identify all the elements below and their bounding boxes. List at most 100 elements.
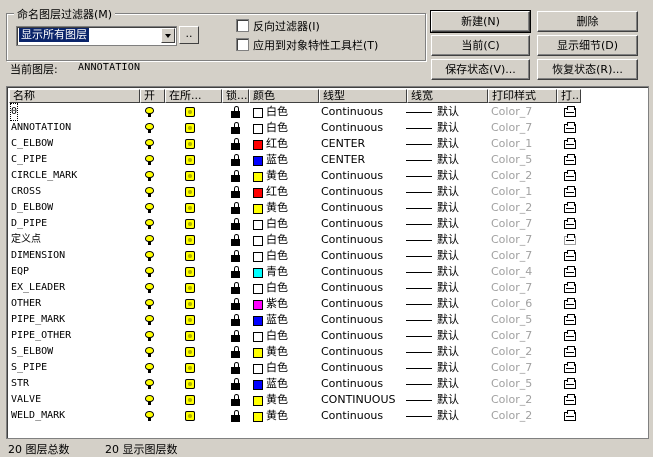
layer-name[interactable]: C_ELBOW: [11, 136, 53, 152]
layer-lineweight[interactable]: 默认: [437, 152, 459, 168]
lightbulb-icon[interactable]: [145, 251, 154, 261]
layer-color-name[interactable]: 白色: [266, 232, 288, 248]
table-row[interactable]: ANNOTATION 白色 Continuous 默认 Color_7: [9, 120, 589, 136]
unlocked-padlock-icon[interactable]: [231, 154, 240, 166]
unlocked-padlock-icon[interactable]: [231, 282, 240, 294]
layer-name[interactable]: 0: [9, 103, 19, 121]
lightbulb-icon[interactable]: [145, 155, 154, 165]
sun-icon[interactable]: [185, 251, 195, 261]
filter-dropdown[interactable]: 显示所有图层: [16, 26, 177, 46]
layer-color-name[interactable]: 蓝色: [266, 376, 288, 392]
sun-icon[interactable]: [185, 235, 195, 245]
lightbulb-icon[interactable]: [145, 395, 154, 405]
printer-icon[interactable]: [564, 250, 576, 261]
table-row[interactable]: C_PIPE 蓝色 CENTER 默认 Color_5: [9, 152, 589, 168]
layer-lineweight[interactable]: 默认: [437, 392, 459, 408]
layer-color-name[interactable]: 黄色: [266, 344, 288, 360]
unlocked-padlock-icon[interactable]: [231, 362, 240, 374]
unlocked-padlock-icon[interactable]: [231, 378, 240, 390]
printer-icon[interactable]: [564, 282, 576, 293]
sun-icon[interactable]: [185, 331, 195, 341]
lightbulb-icon[interactable]: [145, 299, 154, 309]
lightbulb-icon[interactable]: [145, 203, 154, 213]
layer-color-name[interactable]: 青色: [266, 264, 288, 280]
sun-icon[interactable]: [185, 139, 195, 149]
table-row[interactable]: PIPE_MARK 蓝色 Continuous 默认 Color_5: [9, 312, 589, 328]
table-row[interactable]: 0 白色 Continuous 默认 Color_7: [9, 103, 589, 121]
sun-icon[interactable]: [185, 267, 195, 277]
lightbulb-icon[interactable]: [145, 283, 154, 293]
layer-lineweight[interactable]: 默认: [437, 248, 459, 264]
layer-name[interactable]: ANNOTATION: [11, 120, 71, 136]
table-row[interactable]: S_PIPE 白色 Continuous 默认 Color_7: [9, 360, 589, 376]
column-header-freeze[interactable]: 在所...: [165, 89, 222, 103]
printer-icon[interactable]: [564, 202, 576, 213]
unlocked-padlock-icon[interactable]: [231, 266, 240, 278]
color-swatch[interactable]: [253, 108, 263, 118]
printer-icon[interactable]: [564, 138, 576, 149]
lightbulb-icon[interactable]: [145, 379, 154, 389]
sun-icon[interactable]: [185, 411, 195, 421]
delete-layer-button[interactable]: 删除: [537, 11, 638, 32]
restore-state-button[interactable]: 恢复状态(R)...: [537, 59, 638, 80]
layer-color-name[interactable]: 黄色: [266, 168, 288, 184]
layer-linetype[interactable]: Continuous: [321, 200, 383, 216]
color-swatch[interactable]: [253, 364, 263, 374]
column-header-linetype[interactable]: 线型: [319, 89, 407, 103]
layer-lineweight[interactable]: 默认: [437, 344, 459, 360]
layer-linetype[interactable]: Continuous: [321, 120, 383, 136]
layer-lineweight[interactable]: 默认: [437, 376, 459, 392]
lightbulb-icon[interactable]: [145, 171, 154, 181]
sun-icon[interactable]: [185, 299, 195, 309]
invert-filter-checkbox[interactable]: [236, 19, 249, 32]
layer-color-name[interactable]: 白色: [266, 104, 288, 120]
lightbulb-icon[interactable]: [145, 347, 154, 357]
lightbulb-icon[interactable]: [145, 123, 154, 133]
layer-linetype[interactable]: Continuous: [321, 312, 383, 328]
sun-icon[interactable]: [185, 203, 195, 213]
color-swatch[interactable]: [253, 124, 263, 134]
layer-color-name[interactable]: 白色: [266, 360, 288, 376]
layer-name[interactable]: D_ELBOW: [11, 200, 53, 216]
layer-color-name[interactable]: 白色: [266, 328, 288, 344]
chevron-down-icon[interactable]: [161, 28, 175, 43]
color-swatch[interactable]: [253, 332, 263, 342]
unlocked-padlock-icon[interactable]: [231, 298, 240, 310]
layer-name[interactable]: S_ELBOW: [11, 344, 53, 360]
printer-icon[interactable]: [564, 154, 576, 165]
layer-name[interactable]: DIMENSION: [11, 248, 65, 264]
layer-color-name[interactable]: 白色: [266, 120, 288, 136]
table-row[interactable]: C_ELBOW 红色 CENTER 默认 Color_1: [9, 136, 589, 152]
layer-color-name[interactable]: 白色: [266, 216, 288, 232]
layer-linetype[interactable]: Continuous: [321, 408, 383, 424]
lightbulb-icon[interactable]: [145, 363, 154, 373]
color-swatch[interactable]: [253, 252, 263, 262]
unlocked-padlock-icon[interactable]: [231, 250, 240, 262]
layer-name[interactable]: D_PIPE: [11, 216, 47, 232]
color-swatch[interactable]: [253, 348, 263, 358]
printer-icon[interactable]: [564, 234, 576, 245]
color-swatch[interactable]: [253, 380, 263, 390]
column-header-plot-style[interactable]: 打印样式: [488, 89, 557, 103]
printer-icon[interactable]: [564, 186, 576, 197]
layer-linetype[interactable]: CONTINUOUS: [321, 392, 396, 408]
color-swatch[interactable]: [253, 236, 263, 246]
layer-name[interactable]: CIRCLE_MARK: [11, 168, 77, 184]
unlocked-padlock-icon[interactable]: [231, 218, 240, 230]
layer-name[interactable]: 定义点: [11, 232, 41, 248]
layer-name[interactable]: VALVE: [11, 392, 41, 408]
set-current-button[interactable]: 当前(C): [431, 35, 530, 56]
printer-icon[interactable]: [564, 170, 576, 181]
layer-color-name[interactable]: 红色: [266, 184, 288, 200]
unlocked-padlock-icon[interactable]: [231, 106, 240, 118]
table-row[interactable]: EX_LEADER 白色 Continuous 默认 Color_7: [9, 280, 589, 296]
layer-name[interactable]: S_PIPE: [11, 360, 47, 376]
layer-linetype[interactable]: Continuous: [321, 280, 383, 296]
layer-name[interactable]: STR: [11, 376, 29, 392]
table-row[interactable]: STR 蓝色 Continuous 默认 Color_5: [9, 376, 589, 392]
printer-icon[interactable]: [564, 122, 576, 133]
unlocked-padlock-icon[interactable]: [231, 122, 240, 134]
layer-color-name[interactable]: 黄色: [266, 200, 288, 216]
lightbulb-icon[interactable]: [145, 235, 154, 245]
sun-icon[interactable]: [185, 379, 195, 389]
